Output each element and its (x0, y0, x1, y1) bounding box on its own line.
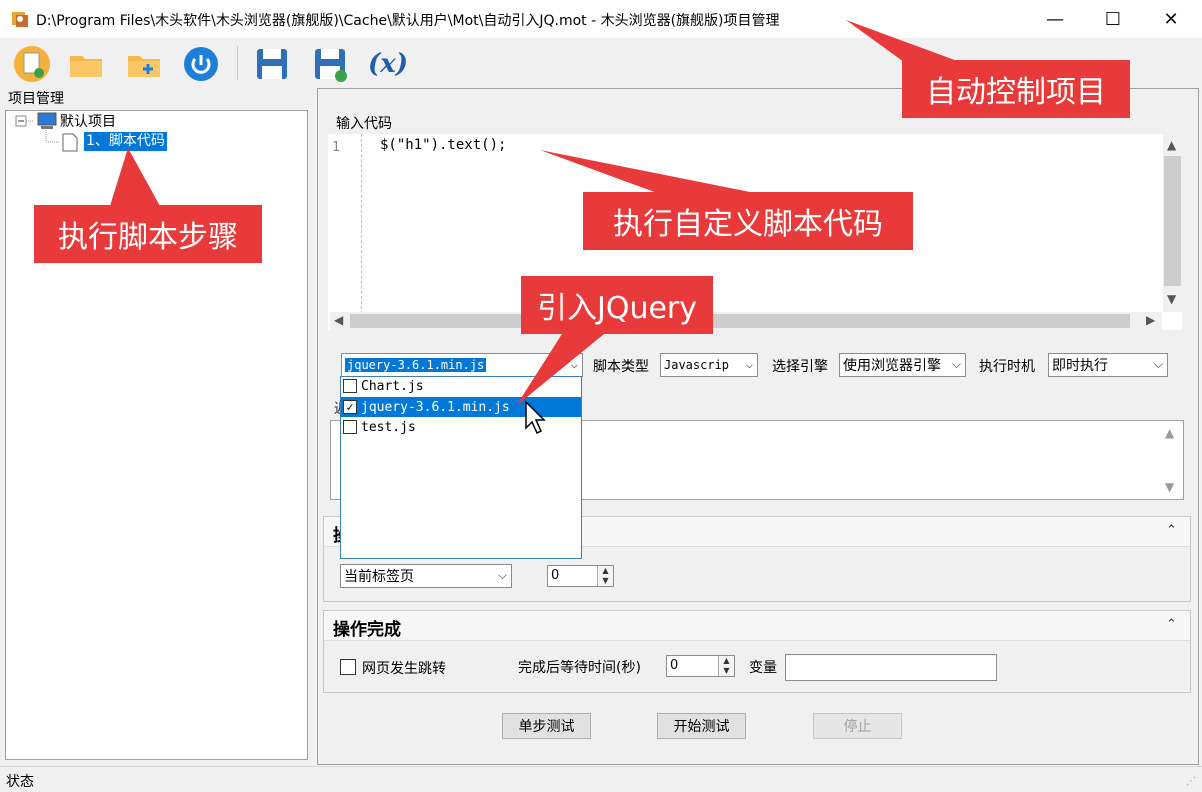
callout-pointers (110, 20, 960, 406)
annotation-auto-control: 自动控制项目 (902, 60, 1130, 118)
mouse-cursor-icon (525, 400, 546, 435)
annotation-custom-code: 执行自定义脚本代码 (583, 192, 913, 250)
annotation-import-jquery: 引入JQuery (521, 276, 713, 334)
annotation-exec-steps: 执行脚本步骤 (34, 205, 262, 263)
